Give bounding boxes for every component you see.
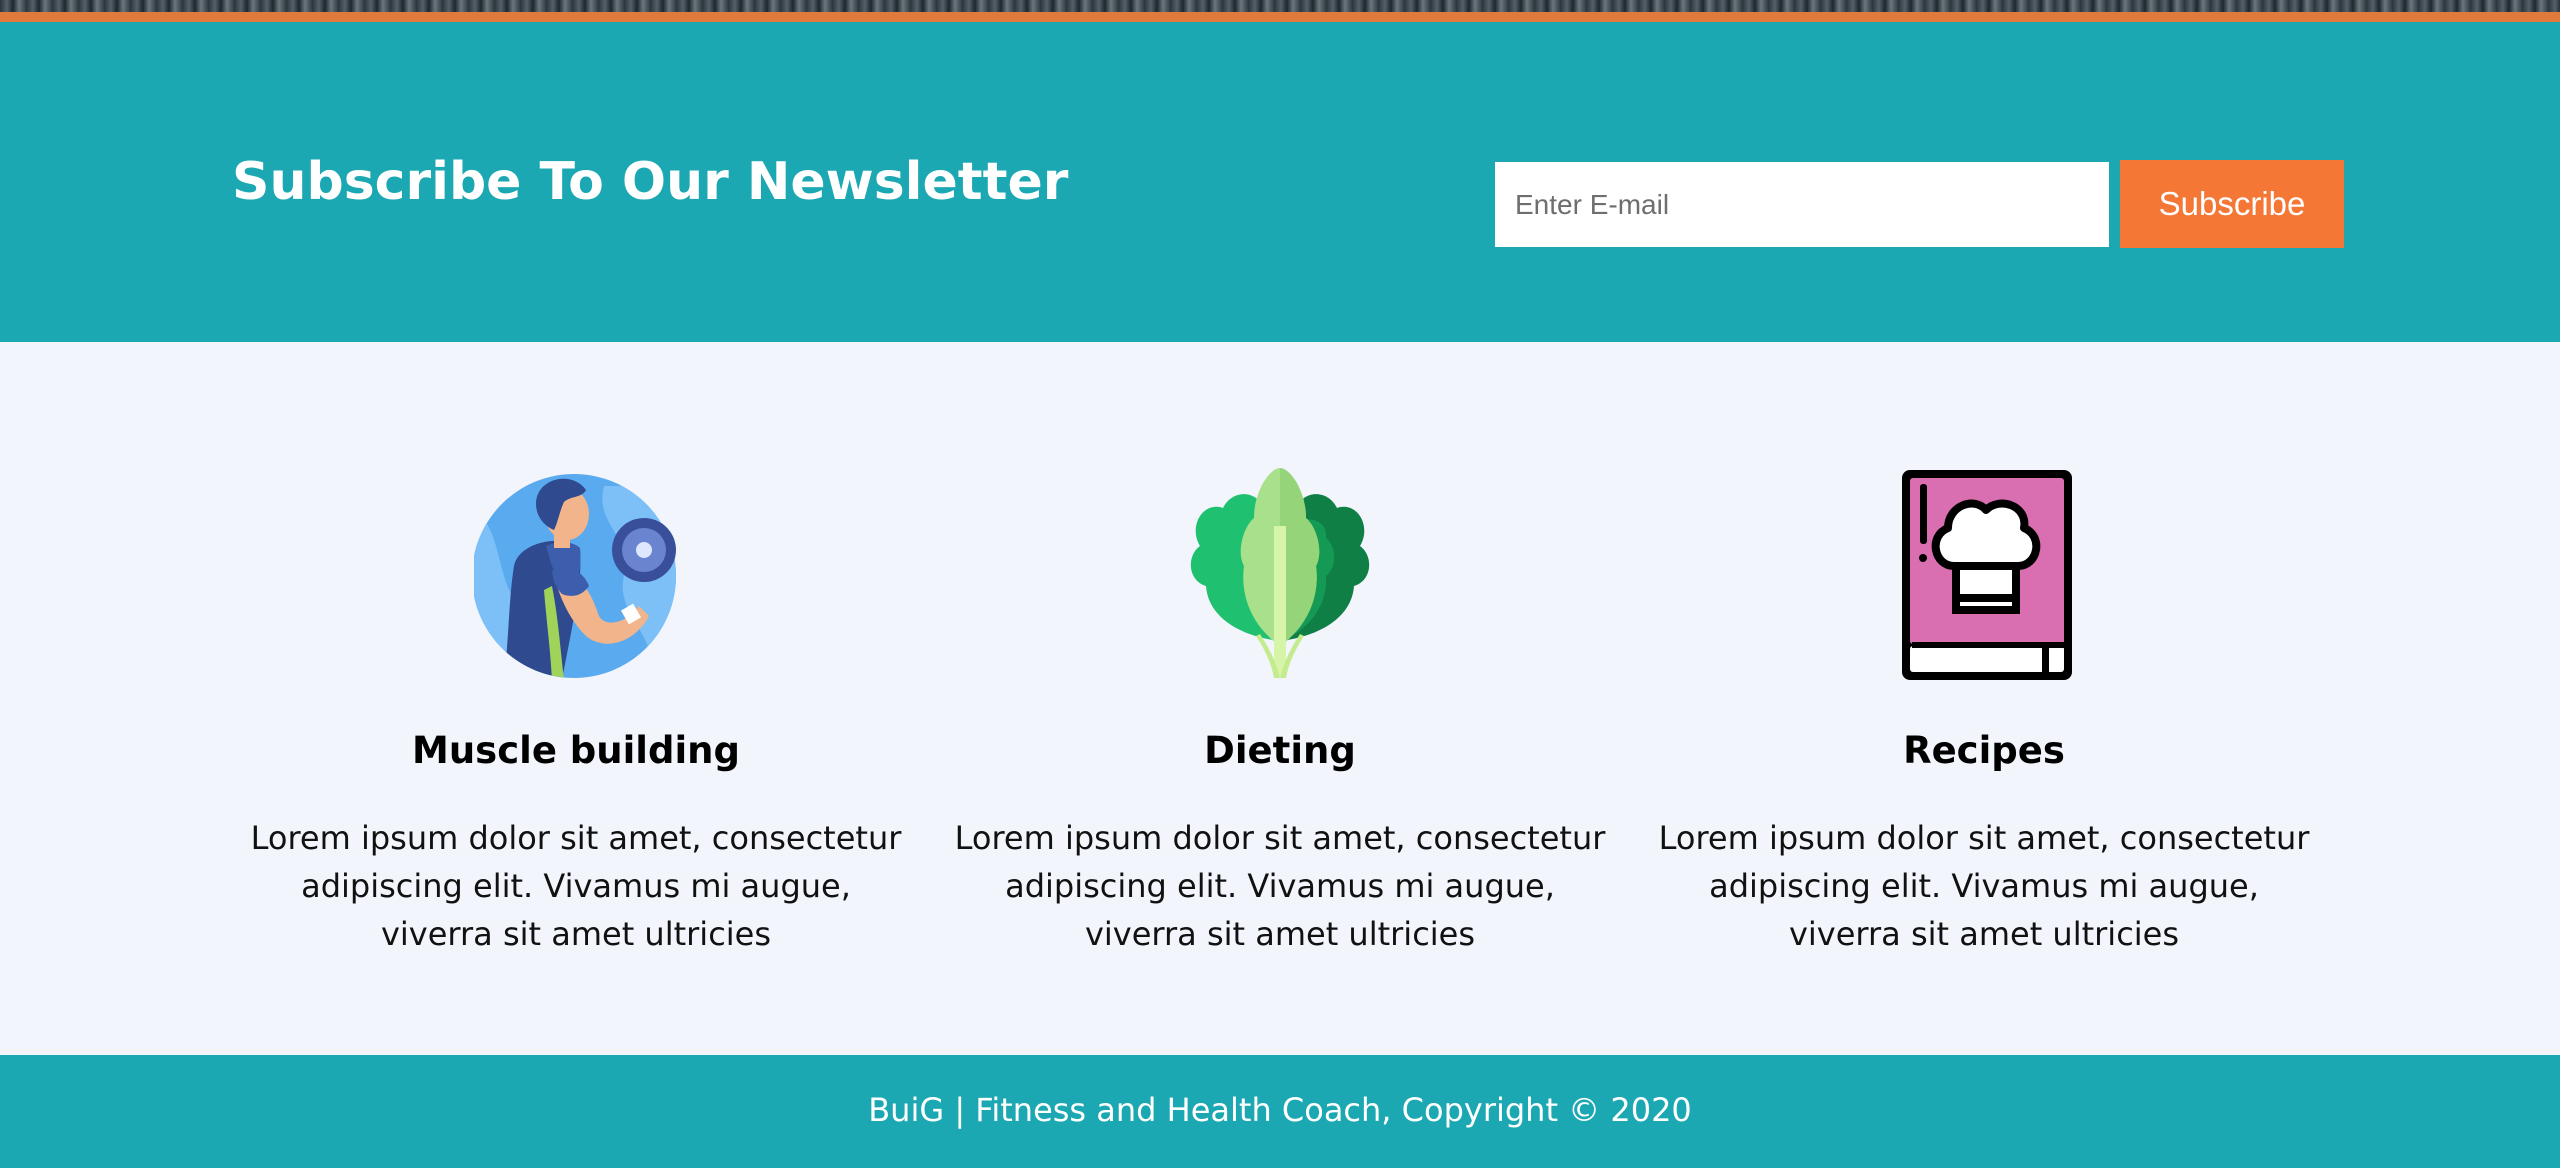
feature-title: Muscle building bbox=[412, 729, 740, 772]
feature-card-recipes: Recipes Lorem ipsum dolor sit amet, cons… bbox=[1644, 342, 2324, 1055]
lettuce-icon bbox=[1190, 468, 1370, 678]
feature-text: Lorem ipsum dolor sit amet, consectetur … bbox=[1658, 819, 2310, 953]
feature-text: Lorem ipsum dolor sit amet, consectetur … bbox=[954, 819, 1606, 953]
feature-text: Lorem ipsum dolor sit amet, consectetur … bbox=[250, 819, 902, 953]
feature-card-dieting: Dieting Lorem ipsum dolor sit amet, cons… bbox=[940, 342, 1620, 1055]
newsletter-section: Subscribe To Our Newsletter Subscribe bbox=[0, 22, 2560, 342]
feature-card-muscle-building: Muscle building Lorem ipsum dolor sit am… bbox=[236, 342, 916, 1055]
muscle-building-icon bbox=[474, 474, 676, 678]
hero-accent-bar bbox=[0, 12, 2560, 22]
hero-image-strip bbox=[0, 0, 2560, 12]
footer-copyright: BuiG | Fitness and Health Coach, Copyrig… bbox=[868, 1091, 1692, 1129]
features-section: Muscle building Lorem ipsum dolor sit am… bbox=[0, 342, 2560, 1055]
newsletter-title: Subscribe To Our Newsletter bbox=[232, 152, 1069, 212]
email-field[interactable] bbox=[1495, 162, 2109, 247]
subscribe-button[interactable]: Subscribe bbox=[2120, 160, 2344, 248]
feature-title: Dieting bbox=[1204, 729, 1356, 772]
feature-title: Recipes bbox=[1903, 729, 2065, 772]
footer: BuiG | Fitness and Health Coach, Copyrig… bbox=[0, 1055, 2560, 1168]
recipe-book-icon bbox=[1902, 470, 2072, 680]
